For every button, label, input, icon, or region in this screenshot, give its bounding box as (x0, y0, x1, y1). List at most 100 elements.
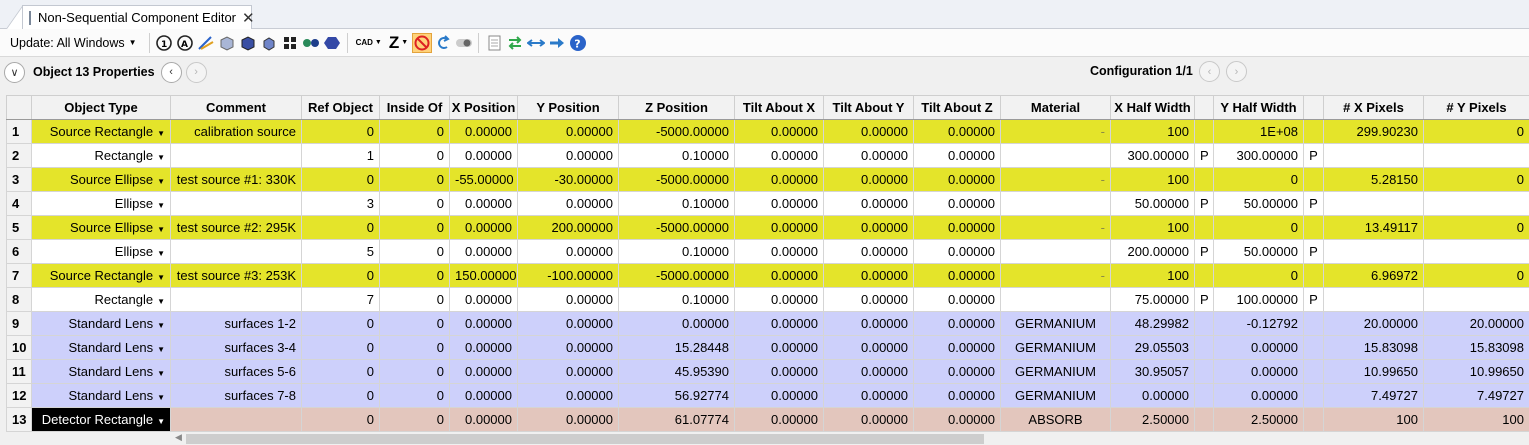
cell-y-pixels[interactable]: 0 (1423, 263, 1529, 288)
cell-x-position[interactable]: -55.00000 (449, 167, 518, 192)
cell-ref-object[interactable]: 0 (301, 119, 380, 144)
cell-y-half-width-flag[interactable]: P (1303, 287, 1324, 312)
z-dropdown[interactable]: Z ▼ (389, 33, 408, 53)
cell-x-half-width-flag[interactable] (1194, 383, 1214, 408)
prev-config-button[interactable]: ‹ (1199, 61, 1220, 82)
cell-x-pixels[interactable] (1323, 191, 1424, 216)
cell-tilt-about-x[interactable]: 0.00000 (734, 191, 824, 216)
column-header-tilt-about-y[interactable]: Tilt About Y (823, 95, 914, 120)
cell-tilt-about-x[interactable]: 0.00000 (734, 119, 824, 144)
cell-tilt-about-y[interactable]: 0.00000 (823, 215, 914, 240)
cell-material[interactable] (1000, 191, 1111, 216)
prev-object-button[interactable]: ‹ (160, 61, 182, 83)
next-config-button[interactable]: › (1226, 61, 1247, 82)
cell-y-pixels[interactable]: 100 (1423, 407, 1529, 432)
column-header-material[interactable]: Material (1000, 95, 1111, 120)
cell-y-position[interactable]: 0.00000 (517, 287, 619, 312)
object-type-dropdown[interactable]: Source Ellipse ▼ (31, 167, 171, 192)
swap-icon[interactable] (506, 34, 524, 52)
column-header-y-half-width-flag[interactable] (1303, 95, 1324, 120)
cell-x-half-width-flag[interactable] (1194, 311, 1214, 336)
cell-material[interactable]: - (1000, 119, 1111, 144)
cell-z-position[interactable]: 45.95390 (618, 359, 735, 384)
cell-x-pixels[interactable] (1323, 287, 1424, 312)
cell-ref-object[interactable]: 0 (301, 407, 380, 432)
object-type-dropdown[interactable]: Source Rectangle ▼ (31, 119, 171, 144)
cell-x-position[interactable]: 0.00000 (449, 143, 518, 168)
cell-material[interactable] (1000, 143, 1111, 168)
page-icon[interactable] (485, 34, 503, 52)
cell-y-half-width[interactable]: 0 (1213, 215, 1304, 240)
cell-x-half-width[interactable]: 75.00000 (1110, 287, 1195, 312)
cell-material[interactable]: GERMANIUM (1000, 335, 1111, 360)
cell-y-position[interactable]: 200.00000 (517, 215, 619, 240)
hexagon-icon[interactable] (323, 34, 341, 52)
cell-y-pixels[interactable]: 7.49727 (1423, 383, 1529, 408)
cell-x-half-width[interactable]: 100 (1110, 167, 1195, 192)
cell-comment[interactable] (170, 143, 302, 168)
cell-y-position[interactable]: 0.00000 (517, 119, 619, 144)
cell-z-position[interactable]: 15.28448 (618, 335, 735, 360)
cell-ref-object[interactable]: 0 (301, 167, 380, 192)
cell-x-half-width[interactable]: 30.95057 (1110, 359, 1195, 384)
column-header-x-pixels[interactable]: # X Pixels (1323, 95, 1424, 120)
cell-comment[interactable]: test source #2: 295K (170, 215, 302, 240)
column-header-ref-object[interactable]: Ref Object (301, 95, 380, 120)
cell-y-half-width-flag[interactable] (1303, 311, 1324, 336)
cell-x-position[interactable]: 0.00000 (449, 383, 518, 408)
cell-x-position[interactable]: 0.00000 (449, 359, 518, 384)
object-type-dropdown[interactable]: Standard Lens ▼ (31, 335, 171, 360)
cell-x-half-width-flag[interactable] (1194, 167, 1214, 192)
cell-tilt-about-x[interactable]: 0.00000 (734, 263, 824, 288)
cell-y-half-width[interactable]: 0.00000 (1213, 383, 1304, 408)
row-number[interactable]: 13 (6, 407, 32, 432)
cell-x-pixels[interactable]: 7.49727 (1323, 383, 1424, 408)
cell-x-half-width[interactable]: 29.05503 (1110, 335, 1195, 360)
column-header-y-pixels[interactable]: # Y Pixels (1423, 95, 1529, 120)
cell-y-position[interactable]: -30.00000 (517, 167, 619, 192)
cell-tilt-about-z[interactable]: 0.00000 (913, 143, 1001, 168)
object-type-dropdown[interactable]: Source Rectangle ▼ (31, 263, 171, 288)
column-header-z-position[interactable]: Z Position (618, 95, 735, 120)
cell-x-half-width-flag[interactable]: P (1194, 143, 1214, 168)
cell-tilt-about-z[interactable]: 0.00000 (913, 359, 1001, 384)
cell-material[interactable]: GERMANIUM (1000, 311, 1111, 336)
cell-y-half-width-flag[interactable] (1303, 167, 1324, 192)
cell-y-half-width-flag[interactable]: P (1303, 239, 1324, 264)
cell-z-position[interactable]: 0.00000 (618, 311, 735, 336)
cell-x-position[interactable]: 0.00000 (449, 191, 518, 216)
cell-x-position[interactable]: 0.00000 (449, 215, 518, 240)
cell-y-half-width[interactable]: 100.00000 (1213, 287, 1304, 312)
cell-x-half-width[interactable]: 100 (1110, 263, 1195, 288)
cell-z-position[interactable]: -5000.00000 (618, 215, 735, 240)
cell-y-half-width-flag[interactable] (1303, 335, 1324, 360)
cell-x-position[interactable]: 0.00000 (449, 335, 518, 360)
cell-tilt-about-x[interactable]: 0.00000 (734, 167, 824, 192)
column-header-tilt-about-x[interactable]: Tilt About X (734, 95, 824, 120)
table-row[interactable]: 8 Rectangle ▼ 7 0 0.00000 0.00000 0.10000 0.0000… (6, 287, 1529, 312)
cell-x-pixels[interactable] (1323, 143, 1424, 168)
cell-y-half-width-flag[interactable] (1303, 407, 1324, 432)
cell-x-half-width-flag[interactable] (1194, 335, 1214, 360)
cell-y-position[interactable]: 0.00000 (517, 383, 619, 408)
cell-y-position[interactable]: 0.00000 (517, 359, 619, 384)
cell-tilt-about-y[interactable]: 0.00000 (823, 239, 914, 264)
row-number[interactable]: 1 (6, 119, 32, 144)
cell-ref-object[interactable]: 0 (301, 311, 380, 336)
cell-inside-of[interactable]: 0 (379, 383, 450, 408)
cell-comment[interactable]: test source #3: 253K (170, 263, 302, 288)
object-type-dropdown[interactable]: Standard Lens ▼ (31, 359, 171, 384)
cell-y-pixels[interactable]: 0 (1423, 119, 1529, 144)
cell-z-position[interactable]: -5000.00000 (618, 263, 735, 288)
cell-x-half-width[interactable]: 100 (1110, 215, 1195, 240)
cell-inside-of[interactable]: 0 (379, 119, 450, 144)
cell-tilt-about-y[interactable]: 0.00000 (823, 143, 914, 168)
object-type-dropdown[interactable]: Standard Lens ▼ (31, 383, 171, 408)
cell-x-half-width[interactable]: 200.00000 (1110, 239, 1195, 264)
cell-tilt-about-x[interactable]: 0.00000 (734, 407, 824, 432)
cell-inside-of[interactable]: 0 (379, 263, 450, 288)
toggle-icon[interactable] (455, 34, 473, 52)
cell-y-pixels[interactable] (1423, 287, 1529, 312)
cell-y-pixels[interactable] (1423, 239, 1529, 264)
undo-icon[interactable] (434, 34, 452, 52)
